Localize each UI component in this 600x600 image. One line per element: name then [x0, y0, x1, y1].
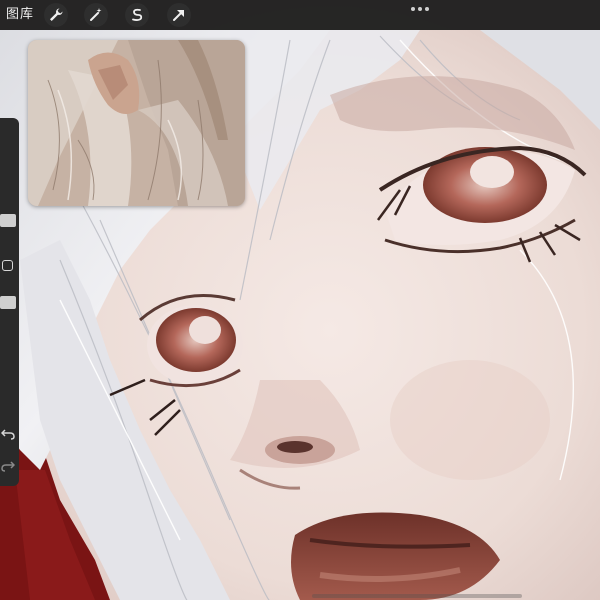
left-sidebar: [0, 118, 19, 486]
modifier-square-icon[interactable]: [2, 260, 13, 271]
reference-image: [28, 40, 245, 206]
more-dots-icon[interactable]: [408, 4, 432, 14]
actions-button[interactable]: [44, 3, 68, 27]
transform-arrow-icon: [173, 10, 184, 21]
opacity-slider[interactable]: [0, 296, 16, 309]
wrench-icon: [50, 8, 63, 21]
gallery-button[interactable]: 图库: [6, 5, 34, 25]
adjustments-button[interactable]: [84, 3, 108, 27]
top-toolbar: 图库: [0, 0, 600, 30]
selection-s-icon: [132, 8, 143, 21]
redo-icon[interactable]: [1, 460, 15, 472]
reference-window[interactable]: [28, 40, 245, 206]
home-indicator: [312, 594, 522, 598]
procreate-app: 图库: [0, 0, 600, 600]
brush-size-slider[interactable]: [0, 214, 16, 227]
magic-wand-icon: [90, 8, 102, 21]
transform-button[interactable]: [167, 3, 191, 27]
undo-icon[interactable]: [1, 428, 15, 440]
selection-button[interactable]: [125, 3, 149, 27]
